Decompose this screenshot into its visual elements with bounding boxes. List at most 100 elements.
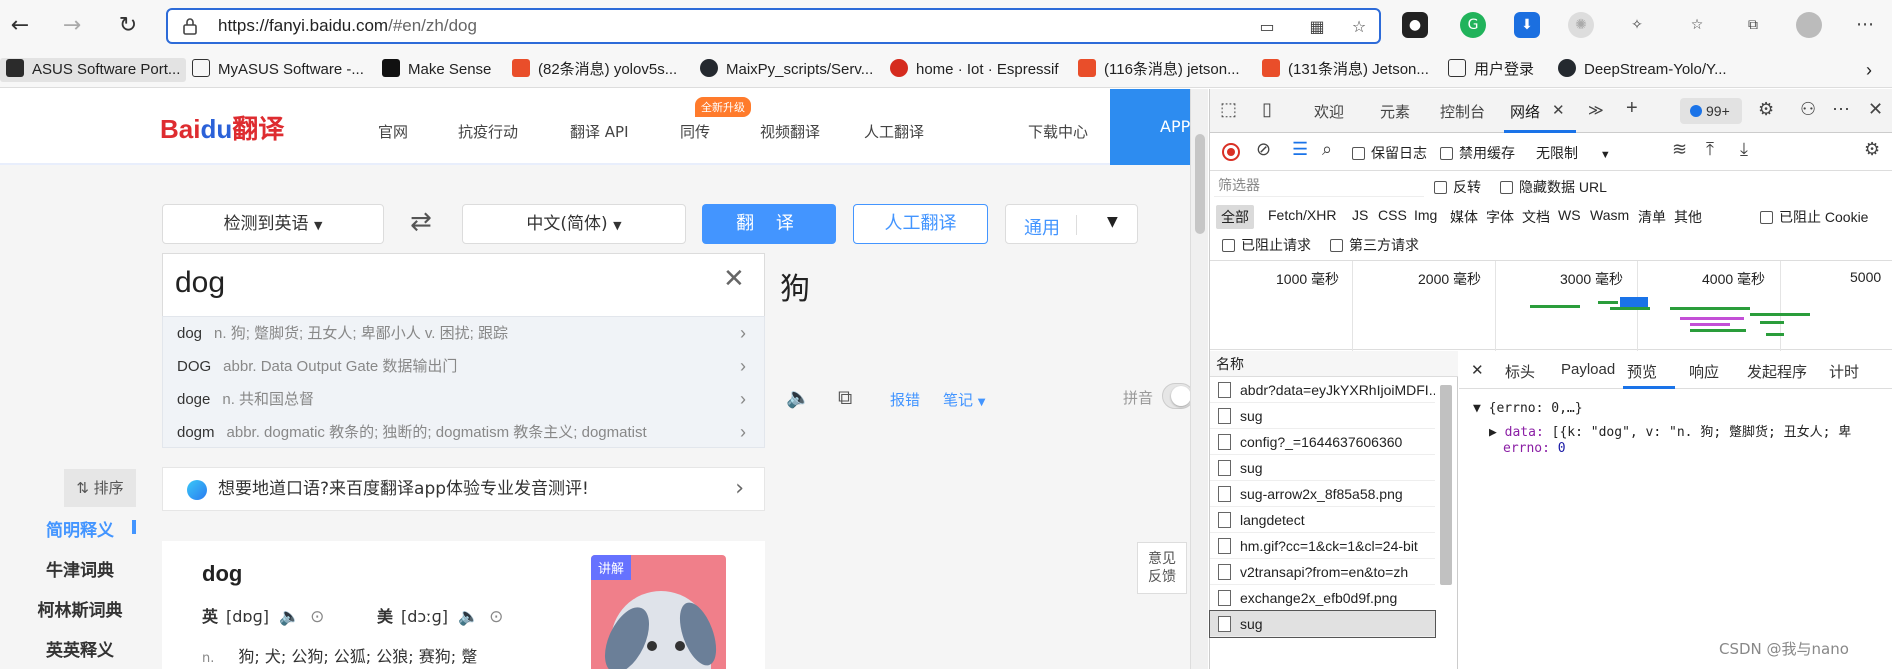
type-doc[interactable]: 文档 [1522,207,1550,227]
close-icon[interactable]: ✕ [1868,99,1883,120]
bookmark-item[interactable]: home · Iot · Espressif [890,58,1059,82]
request-row[interactable]: sug-arrow2x_8f85a58.png [1210,481,1435,507]
grammarly-icon[interactable]: G [1460,12,1486,38]
target-lang-select[interactable]: 中文(简体) ▼ [462,204,686,244]
sidebar-item-brief[interactable]: 简明释义 [20,516,140,541]
extensions-puzzle-icon[interactable]: ✧ [1624,12,1650,38]
search-icon[interactable]: ⌕ [1322,139,1332,160]
bookmarks-overflow-icon[interactable]: › [1866,58,1872,82]
tab-preview[interactable]: 预览 [1627,361,1657,382]
type-js[interactable]: JS [1352,207,1368,223]
source-input[interactable]: dog [175,266,225,300]
bookmark-item[interactable]: ASUS Software Port... [0,58,187,82]
close-icon[interactable]: ✕ [1471,361,1484,379]
clear-icon[interactable]: ⊘ [1256,139,1271,160]
hide-data-url-checkbox[interactable]: 隐藏数据 URL [1500,177,1607,197]
request-row[interactable]: sug [1210,455,1435,481]
request-row-selected[interactable]: sug [1209,610,1436,638]
favorite-star-icon[interactable]: ☆ [1348,16,1370,38]
inspect-icon[interactable]: ⬚ [1220,99,1237,120]
type-manifest[interactable]: 清单 [1638,207,1666,227]
copy-icon[interactable]: ⧉ [838,385,852,409]
suggestion-item[interactable]: dogm abbr. dogmatic 教条的; 独断的; dogmatism 教… [163,416,766,449]
blocked-requests-checkbox[interactable]: 已阻止请求 [1222,235,1311,255]
request-row[interactable]: v2transapi?from=en&to=zh [1210,559,1435,585]
request-row[interactable]: sug [1210,403,1435,429]
read-aloud-icon[interactable]: ▭ [1256,16,1278,38]
human-translate-button[interactable]: 人工翻译 [853,204,988,244]
more-tabs-icon[interactable]: ≫ [1588,101,1604,119]
tab-response[interactable]: 响应 [1689,361,1719,382]
bookmark-item[interactable]: 用户登录 [1448,58,1534,82]
nav-simul[interactable]: 同传 [680,121,710,142]
network-timeline[interactable]: 1000 毫秒 2000 毫秒 3000 毫秒 4000 毫秒 5000 [1210,260,1892,351]
request-list-scrollbar[interactable] [1440,385,1452,585]
third-party-checkbox[interactable]: 第三方请求 [1330,235,1419,255]
request-row[interactable]: langdetect [1210,507,1435,533]
tab-timing[interactable]: 计时 [1829,361,1859,382]
record-icon[interactable] [1222,143,1240,161]
name-column-header[interactable]: 名称 [1210,351,1458,377]
preserve-log-checkbox[interactable]: 保留日志 [1352,143,1427,163]
close-icon[interactable]: ✕ [723,264,745,294]
json-data-row[interactable]: ▶ data: [{k: "dog", v: "n. 狗; 蹩脚货; 丑女人; … [1489,421,1851,440]
speaker-icon[interactable]: 🔈 [786,385,811,409]
more-menu-icon[interactable]: ⋯ [1852,12,1878,38]
tab-network[interactable]: 网络 [1510,101,1540,122]
play-circle-icon[interactable]: ⊙ [310,607,324,627]
request-row[interactable]: exchange2x_efb0d9f.png [1210,585,1435,611]
nav-video[interactable]: 视频翻译 [760,121,820,142]
nav-download[interactable]: 下载中心 [1028,121,1088,142]
extension-gray-icon[interactable]: ✺ [1568,12,1594,38]
back-arrow-icon[interactable]: ← [4,10,36,42]
sort-button[interactable]: ⇅ 排序 [64,469,136,507]
type-media[interactable]: 媒体 [1450,207,1478,227]
report-error-link[interactable]: 报错 [890,389,920,410]
speaker-icon[interactable]: 🔈 [458,607,479,627]
tab-payload[interactable]: Payload [1561,361,1615,378]
disable-cache-checkbox[interactable]: 禁用缓存 [1440,143,1515,163]
bookmark-item[interactable]: DeepStream-Yolo/Y... [1558,58,1727,82]
translate-button[interactable]: 翻 译 [702,204,836,244]
source-lang-select[interactable]: 检测到英语 ▼ [162,204,384,244]
tab-elements[interactable]: 元素 [1380,101,1410,122]
throttle-select[interactable]: 无限制 ▼ [1536,143,1611,163]
bookmark-item[interactable]: MyASUS Software -... [192,58,364,82]
pinyin-toggle[interactable] [1162,383,1190,409]
suggestion-item[interactable]: DOG abbr. Data Output Gate 数据输出门 › [163,350,766,383]
nav-official[interactable]: 官网 [378,121,408,142]
nav-api[interactable]: 翻译 API [570,121,629,142]
type-font[interactable]: 字体 [1486,207,1514,227]
invert-checkbox[interactable]: 反转 [1434,177,1481,197]
collections-icon[interactable]: ⧉ [1740,12,1766,38]
filter-icon[interactable]: ☰ [1292,139,1308,160]
type-ws[interactable]: WS [1558,207,1581,223]
blocked-cookie-checkbox[interactable]: 已阻止 Cookie [1760,207,1868,227]
tab-headers[interactable]: 标头 [1505,361,1535,382]
bookmark-item[interactable]: (131条消息) Jetson... [1262,58,1429,82]
request-row[interactable]: hm.gif?cc=1&ck=1&cl=24-bit [1210,533,1435,559]
profile-avatar[interactable] [1796,12,1822,38]
explain-video-thumbnail[interactable]: 讲解 [591,555,726,669]
type-img[interactable]: Img [1414,207,1437,223]
add-tab-icon[interactable]: + [1626,97,1638,120]
json-root[interactable]: ▼ {errno: 0,…} [1473,401,1583,416]
sidebar-item-en-en[interactable]: 英英释义 [20,636,140,661]
bookmark-item[interactable]: (116条消息) jetson... [1078,58,1240,82]
favorites-icon[interactable]: ☆ [1684,12,1710,38]
more-menu-icon[interactable]: ⋯ [1832,99,1850,120]
notes-link[interactable]: 笔记 ▼ [943,389,986,410]
gear-icon[interactable]: ⚙ [1864,139,1880,160]
page-scrollbar[interactable] [1190,89,1208,669]
app-grid-icon[interactable]: ▦ [1306,16,1328,38]
request-row[interactable]: abdr?data=eyJkYXRhIjoiMDFI... [1210,377,1435,403]
download-ext-icon[interactable]: ⬇ [1514,12,1540,38]
bookmark-item[interactable]: (82条消息) yolov5s... [512,58,677,82]
address-bar[interactable]: https://fanyi.baidu.com/#en/zh/dog ▭ ▦ ☆ [166,8,1381,44]
issues-badge[interactable]: 99+ [1680,98,1742,124]
suggestion-item[interactable]: dog n. 狗; 蹩脚货; 丑女人; 卑鄙小人 v. 困扰; 跟踪 › [163,317,766,350]
download-icon[interactable]: ⤓ [1740,139,1748,160]
gear-icon[interactable]: ⚙ [1758,99,1774,120]
sidebar-item-collins[interactable]: 柯林斯词典 [20,596,140,621]
request-row[interactable]: config?_=1644637606360 [1210,429,1435,455]
